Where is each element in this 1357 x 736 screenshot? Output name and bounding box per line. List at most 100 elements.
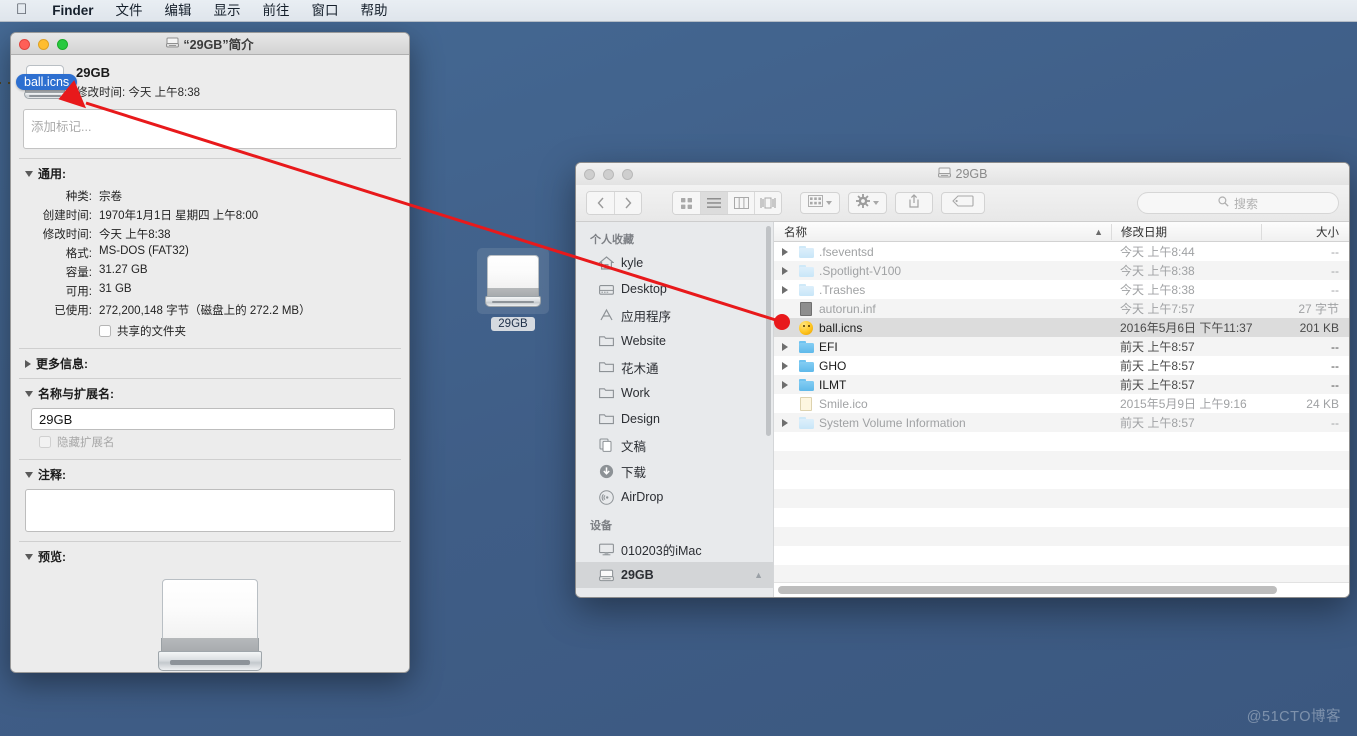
disclosure-triangle-icon[interactable] (774, 266, 796, 275)
sidebar-item-airdrop[interactable]: AirDrop (576, 484, 773, 510)
chevron-down-icon[interactable] (25, 170, 33, 177)
finder-window[interactable]: 29GB 搜索 个人收藏 kyle Desktop 应用程序 Website 花… (575, 162, 1350, 598)
sidebar-item-kyle[interactable]: kyle (576, 250, 773, 276)
column-header-size[interactable]: 大小 (1261, 223, 1349, 240)
table-row[interactable]: System Volume Information 前天 上午8:57 -- (774, 413, 1349, 432)
file-name: ILMT (819, 377, 847, 392)
section-more-info-header[interactable]: 更多信息: (11, 349, 409, 375)
sidebar-item-label: kyle (621, 256, 644, 270)
sidebar-scrollbar[interactable] (766, 226, 771, 436)
chevron-down-icon[interactable] (25, 553, 33, 560)
menu-item-window[interactable]: 窗口 (301, 0, 350, 22)
sidebar-item-applications[interactable]: 应用程序 (576, 302, 773, 328)
minimize-button[interactable] (603, 169, 614, 180)
list-view-icon[interactable] (700, 192, 727, 214)
sidebar-item-website[interactable]: Website (576, 328, 773, 354)
finder-sidebar[interactable]: 个人收藏 kyle Desktop 应用程序 Website 花木通 Work … (576, 222, 774, 597)
name-input[interactable]: 29GB (31, 408, 395, 430)
tag-button[interactable] (941, 192, 985, 214)
eject-icon[interactable]: ▲ (754, 570, 763, 580)
prop-key: 修改时间: (42, 228, 92, 241)
action-button[interactable] (848, 192, 887, 214)
file-date: 今天 上午8:44 (1120, 245, 1195, 259)
file-size: -- (1331, 415, 1339, 430)
maximize-button[interactable] (622, 169, 633, 180)
menu-item-finder[interactable]: Finder (41, 0, 104, 22)
sidebar-item-29gb[interactable]: 29GB ▲ (576, 562, 773, 588)
minimize-button[interactable] (38, 39, 49, 50)
chevron-down-icon[interactable] (25, 471, 33, 478)
hide-extension-checkbox[interactable] (39, 436, 51, 448)
section-comments-label: 注释: (38, 468, 66, 482)
disclosure-triangle-icon[interactable] (774, 285, 796, 294)
shared-folder-checkbox-row[interactable]: 共享的文件夹 (99, 323, 409, 339)
chevron-right-icon[interactable] (614, 192, 641, 214)
column-view-icon[interactable] (727, 192, 754, 214)
table-row[interactable]: Smile.ico 2015年5月9日 上午9:16 24 KB (774, 394, 1349, 413)
prop-value: 1970年1月1日 星期四 上午8:00 (99, 209, 259, 222)
sidebar-item-desktop[interactable]: Desktop (576, 276, 773, 302)
menu-item-help[interactable]: 帮助 (350, 0, 399, 22)
share-button[interactable] (895, 192, 933, 214)
shared-folder-checkbox[interactable] (99, 325, 111, 337)
table-row[interactable]: .Trashes 今天 上午8:38 -- (774, 280, 1349, 299)
section-name-ext-header[interactable]: 名称与扩展名: (11, 379, 409, 405)
sidebar-item-work[interactable]: Work (576, 380, 773, 406)
coverflow-view-icon[interactable] (754, 192, 781, 214)
icon-view-icon[interactable] (673, 192, 700, 214)
disclosure-triangle-icon[interactable] (774, 247, 796, 256)
table-row[interactable]: autorun.inf 今天 上午7:57 27 字节 (774, 299, 1349, 318)
table-row-empty (774, 508, 1349, 527)
sidebar-group-shared-header: 共享的 (576, 592, 773, 597)
finder-toolbar: 搜索 (576, 185, 1349, 222)
inf-file-icon (796, 301, 816, 316)
sidebar-item-imac[interactable]: 010203的iMac (576, 536, 773, 562)
column-header-name[interactable]: 名称 ▲ (774, 224, 1111, 240)
sidebar-item-huamutong[interactable]: 花木通 (576, 354, 773, 380)
desktop-drive-icon[interactable]: 29GB (477, 248, 549, 331)
hide-extension-checkbox-row[interactable]: 隐藏扩展名 (39, 434, 409, 450)
close-button[interactable] (19, 39, 30, 50)
arrange-button[interactable] (800, 192, 840, 214)
sidebar-item-downloads[interactable]: 下载 (576, 458, 773, 484)
table-row[interactable]: GHO 前天 上午8:57 -- (774, 356, 1349, 375)
chevron-left-icon[interactable] (587, 192, 614, 214)
sidebar-group-favorites-header: 个人收藏 (590, 234, 634, 246)
sidebar-item-design[interactable]: Design (576, 406, 773, 432)
chevron-right-icon[interactable] (25, 359, 31, 368)
horizontal-scrollbar[interactable] (774, 582, 1349, 597)
info-window[interactable]: “29GB”简介 29GB 修改时间: 今天 上午8:38 添加标记... 通用… (10, 32, 410, 673)
table-row[interactable]: ILMT 前天 上午8:57 -- (774, 375, 1349, 394)
disclosure-triangle-icon[interactable] (774, 342, 796, 351)
tag-input[interactable]: 添加标记... (23, 109, 397, 149)
maximize-button[interactable] (57, 39, 68, 50)
tag-icon (952, 194, 974, 212)
sidebar-item-documents[interactable]: 文稿 (576, 432, 773, 458)
disclosure-triangle-icon[interactable] (774, 418, 796, 427)
apple-icon[interactable]:  (10, 2, 41, 19)
info-titlebar[interactable]: “29GB”简介 (11, 33, 409, 55)
chevron-down-icon (826, 201, 832, 205)
horizontal-scrollbar-thumb[interactable] (778, 586, 1277, 594)
disclosure-triangle-icon[interactable] (774, 361, 796, 370)
close-button[interactable] (584, 169, 595, 180)
finder-titlebar[interactable]: 29GB (576, 163, 1349, 185)
file-name: .Spotlight-V100 (819, 263, 902, 278)
search-input[interactable]: 搜索 (1137, 192, 1339, 214)
section-general-header[interactable]: 通用: (11, 159, 409, 185)
table-row-empty (774, 470, 1349, 489)
table-row[interactable]: EFI 前天 上午8:57 -- (774, 337, 1349, 356)
table-row[interactable]: .fseventsd 今天 上午8:44 -- (774, 242, 1349, 261)
column-header-date[interactable]: 修改日期 (1111, 223, 1261, 240)
chevron-down-icon[interactable] (25, 390, 33, 397)
section-preview-header[interactable]: 预览: (11, 542, 409, 568)
menu-item-go[interactable]: 前往 (252, 0, 301, 22)
comments-input[interactable] (25, 489, 395, 532)
menu-item-file[interactable]: 文件 (105, 0, 154, 22)
disclosure-triangle-icon[interactable] (774, 380, 796, 389)
menu-item-view[interactable]: 显示 (203, 0, 252, 22)
menu-item-edit[interactable]: 编辑 (154, 0, 203, 22)
table-row[interactable]: ball.icns 2016年5月6日 下午11:37 201 KB (774, 318, 1349, 337)
section-comments-header[interactable]: 注释: (11, 460, 409, 486)
table-row[interactable]: .Spotlight-V100 今天 上午8:38 -- (774, 261, 1349, 280)
